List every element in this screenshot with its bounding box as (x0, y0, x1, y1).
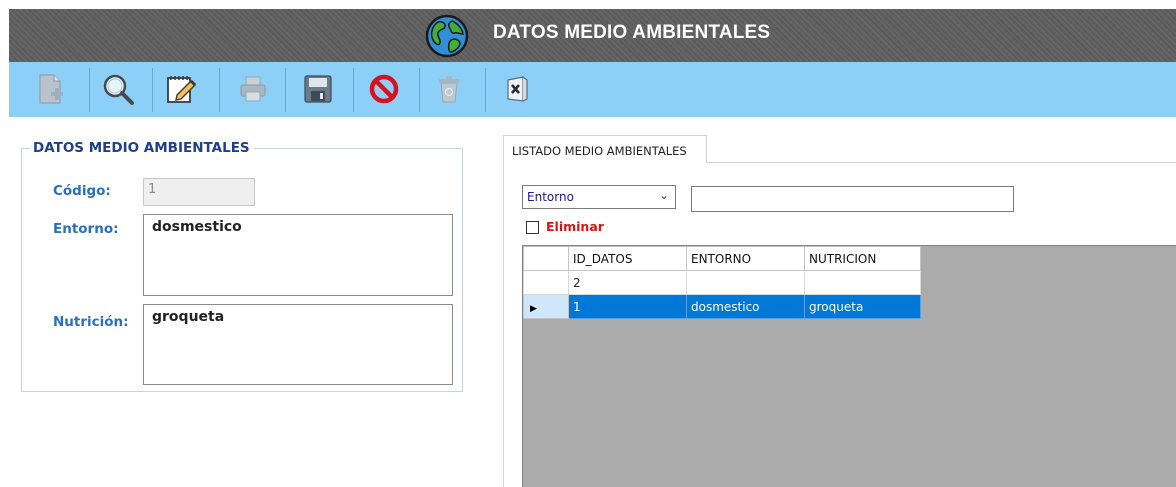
cell-entorno[interactable]: dosmestico (686, 294, 805, 319)
floppy-disk-icon (304, 75, 332, 103)
printer-icon (240, 76, 266, 102)
row-header-corner (523, 246, 569, 271)
tab-panel-border (503, 162, 504, 487)
column-header-entorno[interactable]: ENTORNO (686, 246, 805, 271)
toolbar-separator (89, 68, 90, 112)
prohibited-icon (369, 74, 399, 104)
print-button[interactable] (233, 69, 273, 109)
column-header-nutricion[interactable]: NUTRICION (804, 246, 921, 271)
toolbar (9, 62, 1176, 117)
data-grid[interactable]: ID_DATOS ENTORNO NUTRICION 2 ▶ 1 dosmest… (522, 245, 1176, 487)
groupbox-legend: DATOS MEDIO AMBIENTALES (30, 140, 254, 156)
edit-pencil-icon (167, 76, 197, 103)
save-button[interactable] (298, 69, 338, 109)
cell-entorno[interactable] (686, 270, 805, 295)
codigo-label: Código: (53, 183, 111, 199)
delete-button[interactable] (429, 69, 469, 109)
entorno-label: Entorno: (53, 221, 119, 237)
grid-table: ID_DATOS ENTORNO NUTRICION 2 ▶ 1 dosmest… (523, 246, 921, 319)
cell-nutricion[interactable] (804, 270, 921, 295)
eliminar-checkbox[interactable] (526, 221, 539, 234)
new-document-icon (39, 74, 63, 104)
exit-door-icon (507, 76, 528, 102)
search-input[interactable] (691, 186, 1014, 212)
filter-select[interactable]: Entorno ⌄ (522, 185, 676, 209)
toolbar-separator (485, 68, 486, 112)
row-header[interactable] (523, 270, 569, 295)
entorno-field[interactable]: dosmestico (143, 214, 453, 296)
filter-select-value: Entorno (527, 190, 574, 204)
trash-icon (439, 76, 459, 103)
table-row-selected[interactable]: ▶ 1 dosmestico groqueta (523, 294, 921, 319)
toolbar-separator (219, 68, 220, 112)
edit-button[interactable] (161, 69, 201, 109)
new-button[interactable] (31, 69, 71, 109)
current-row-arrow-icon: ▶ (530, 303, 537, 314)
search-button[interactable] (98, 69, 138, 109)
cell-id-datos[interactable]: 1 (568, 294, 687, 319)
magnifier-icon (103, 74, 134, 105)
eliminar-label[interactable]: Eliminar (546, 219, 604, 234)
toolbar-separator (285, 68, 286, 112)
row-header[interactable]: ▶ (523, 294, 569, 319)
tab-strip-border (707, 162, 1176, 163)
cancel-button[interactable] (364, 69, 404, 109)
codigo-field[interactable]: 1 (143, 178, 255, 206)
toolbar-separator (419, 68, 420, 112)
nutricion-label: Nutrición: (53, 314, 129, 330)
tab-listado[interactable]: LISTADO MEDIO AMBIENTALES (503, 135, 707, 163)
toolbar-separator (152, 68, 153, 112)
nutricion-field[interactable]: groqueta (143, 304, 453, 385)
globe-icon (425, 14, 469, 58)
grid-header-row: ID_DATOS ENTORNO NUTRICION (523, 246, 921, 271)
cell-nutricion[interactable]: groqueta (804, 294, 921, 319)
column-header-id-datos[interactable]: ID_DATOS (568, 246, 687, 271)
window-title: DATOS MEDIO AMBIENTALES (493, 22, 771, 43)
title-bar: DATOS MEDIO AMBIENTALES (9, 9, 1176, 62)
table-row[interactable]: 2 (523, 270, 921, 295)
exit-button[interactable] (496, 69, 536, 109)
toolbar-separator (353, 68, 354, 112)
chevron-down-icon[interactable]: ⌄ (659, 188, 669, 202)
cell-id-datos[interactable]: 2 (568, 270, 687, 295)
